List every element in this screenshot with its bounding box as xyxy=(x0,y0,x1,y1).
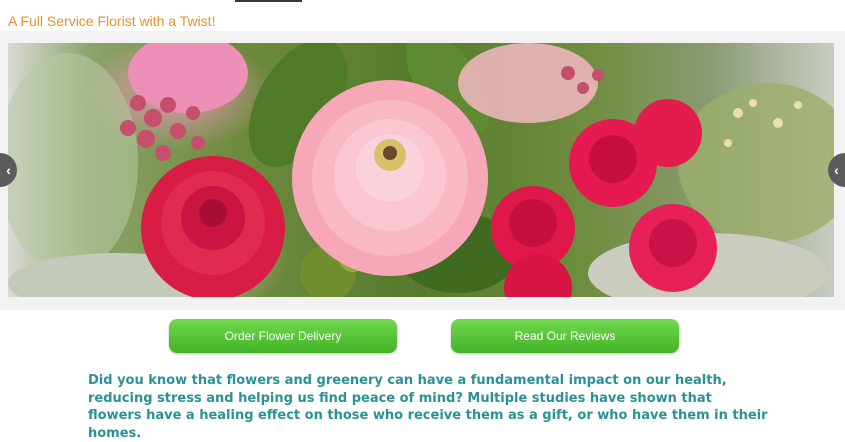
chevron-left-icon: ‹ xyxy=(6,162,11,178)
order-flower-delivery-button[interactable]: Order Flower Delivery xyxy=(169,319,397,353)
hero-slide-image xyxy=(8,43,834,297)
bouquet-illustration xyxy=(8,43,834,297)
intro-paragraph: Did you know that flowers and greenery c… xyxy=(88,373,768,441)
read-reviews-button[interactable]: Read Our Reviews xyxy=(451,319,679,353)
top-divider xyxy=(235,0,302,2)
site-tagline: A Full Service Florist with a Twist! xyxy=(8,13,216,29)
chevron-left-icon: ‹ xyxy=(834,162,839,178)
